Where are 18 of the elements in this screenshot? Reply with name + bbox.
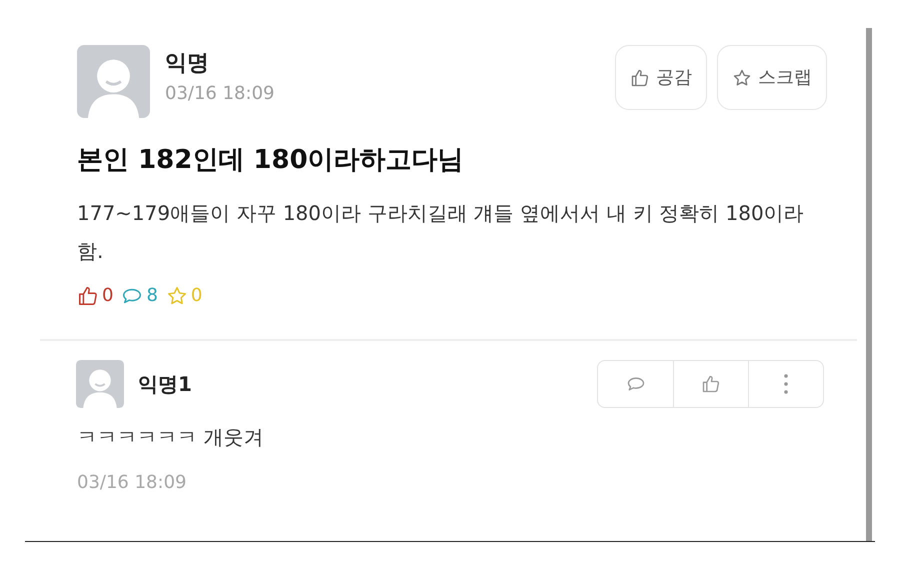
- count: 0: [102, 284, 114, 308]
- scrap-button[interactable]: 스크랩: [717, 45, 827, 110]
- thumbs-up-icon: [630, 68, 650, 88]
- post-body: 177~179애들이 자꾸 180이라 구라치길래 걔들 옆에서서 내 키 정확히 180이라함.: [77, 200, 805, 265]
- more-icon: [784, 374, 788, 394]
- count: 8: [146, 284, 158, 308]
- thumbs-up-icon: [701, 374, 721, 394]
- commenter-name: 익명1: [138, 371, 192, 398]
- count: 0: [190, 284, 202, 308]
- avatar-icon: [77, 45, 150, 118]
- author-name: 익명: [165, 50, 210, 78]
- post-time: 03/16 18:09: [165, 82, 274, 106]
- star-icon: [732, 68, 752, 88]
- avatar-icon: [76, 360, 124, 408]
- comment-text: ㅋㅋㅋㅋㅋㅋ 개웃겨: [77, 424, 264, 451]
- comment-time: 03/16 18:09: [77, 471, 188, 495]
- post-title: 본인 182인데 180이라하고다님: [77, 144, 465, 177]
- like-button[interactable]: 공감: [615, 45, 707, 110]
